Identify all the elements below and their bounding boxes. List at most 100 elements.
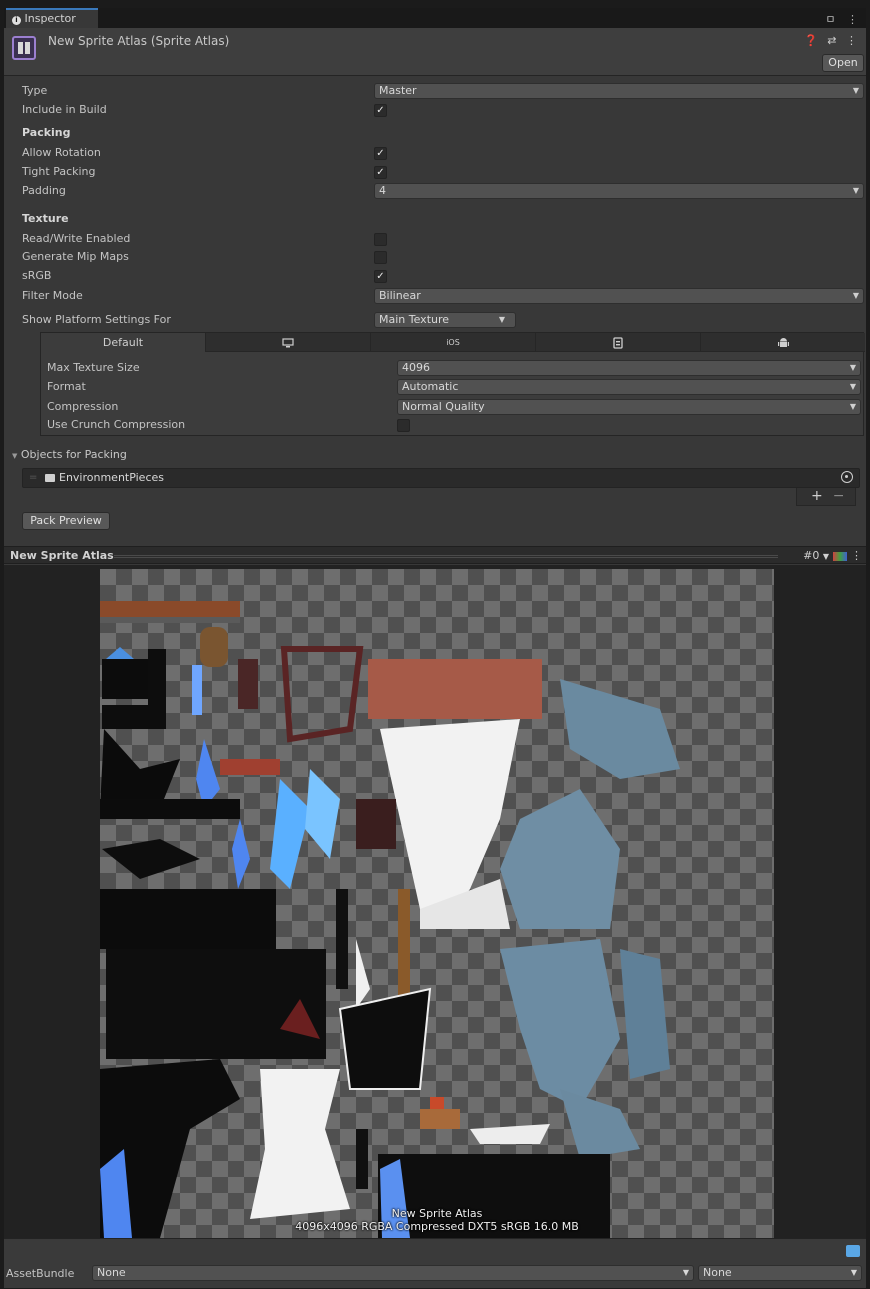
tab-label: Inspector xyxy=(24,12,76,25)
include-checkbox[interactable]: ✓ xyxy=(374,104,387,117)
chevron-down-icon: ▼ xyxy=(682,1268,689,1277)
chevron-down-icon: ▼ xyxy=(852,86,859,95)
texture-header: Texture xyxy=(22,212,69,225)
assetbundle-dropdown[interactable]: None ▼ xyxy=(92,1265,694,1281)
tight-packing-label: Tight Packing xyxy=(22,165,96,178)
object-picker-icon[interactable] xyxy=(841,471,853,483)
tab-standalone[interactable] xyxy=(206,333,371,352)
type-dropdown[interactable]: Master ▼ xyxy=(374,83,864,99)
header-icons[interactable]: ❓ ⇄ ⋮ xyxy=(804,34,860,47)
tab-ios-label: iOS xyxy=(446,338,460,347)
remove-button[interactable]: − xyxy=(833,488,855,504)
atlas-texture: New Sprite Atlas 4096x4096 RGBA Compress… xyxy=(100,569,774,1238)
sprite-atlas-image xyxy=(100,601,680,1238)
list-add-remove: +− xyxy=(796,488,856,506)
max-size-label: Max Texture Size xyxy=(47,361,140,374)
filter-mode-dropdown[interactable]: Bilinear ▼ xyxy=(374,288,864,304)
filter-mode-label: Filter Mode xyxy=(22,289,83,302)
padding-label: Padding xyxy=(22,184,66,197)
folder-icon xyxy=(45,474,55,482)
preview-header: New Sprite Atlas #0 ▼ ⋮ xyxy=(4,546,866,564)
allow-rotation-label: Allow Rotation xyxy=(22,146,101,159)
type-label: Type xyxy=(22,84,48,97)
info-icon: i xyxy=(12,16,21,25)
variant-dropdown[interactable]: None ▼ xyxy=(698,1265,862,1281)
chevron-down-icon: ▼ xyxy=(849,382,856,391)
monitor-icon xyxy=(282,337,294,347)
packing-header: Packing xyxy=(22,126,71,139)
triangle-down-icon: ▼ xyxy=(12,452,18,460)
atlas-preview-viewport[interactable]: New Sprite Atlas 4096x4096 RGBA Compress… xyxy=(4,565,866,1238)
format-label: Format xyxy=(47,380,86,393)
tab-bar: i Inspector ㅁ ⋮ xyxy=(4,8,866,28)
srgb-label: sRGB xyxy=(22,269,52,282)
android-icon xyxy=(777,338,789,347)
preview-divider[interactable] xyxy=(114,555,778,558)
chevron-down-icon: ▼ xyxy=(849,363,856,372)
srgb-checkbox[interactable]: ✓ xyxy=(374,270,387,283)
allow-rotation-checkbox[interactable]: ✓ xyxy=(374,147,387,160)
open-button[interactable]: Open xyxy=(822,54,864,72)
format-value: Automatic xyxy=(402,380,459,393)
chevron-down-icon: ▼ xyxy=(852,186,859,195)
assetbundle-footer: AssetBundle None ▼ None ▼ xyxy=(4,1238,866,1288)
objects-header-label: Objects for Packing xyxy=(20,448,127,461)
tab-inspector[interactable]: i Inspector xyxy=(6,8,98,28)
read-write-checkbox[interactable] xyxy=(374,233,387,246)
preview-title: New Sprite Atlas xyxy=(10,549,114,562)
include-label: Include in Build xyxy=(22,103,107,116)
webgl-icon xyxy=(613,337,623,349)
platform-settings-panel: Default iOS Max Texture Size 4096 ▼ Forma… xyxy=(40,332,865,436)
platform-settings-dropdown[interactable]: Main Texture ▼ xyxy=(374,312,516,328)
objects-foldout[interactable]: ▼ Objects for Packing xyxy=(12,448,127,461)
chevron-down-icon: ▼ xyxy=(498,315,505,324)
tab-android[interactable] xyxy=(701,333,865,352)
inspector-panel: New Sprite Atlas (Sprite Atlas) ❓ ⇄ ⋮ Op… xyxy=(4,28,866,1288)
assetbundle-value: None xyxy=(97,1266,126,1279)
drag-handle-icon[interactable]: = xyxy=(29,472,37,483)
compression-label: Compression xyxy=(47,400,119,413)
pack-preview-button[interactable]: Pack Preview xyxy=(22,512,110,530)
chevron-down-icon: ▼ xyxy=(850,1268,857,1277)
tight-packing-checkbox[interactable]: ✓ xyxy=(374,166,387,179)
read-write-label: Read/Write Enabled xyxy=(22,232,131,245)
add-button[interactable]: + xyxy=(811,488,833,504)
chevron-down-icon: ▼ xyxy=(822,552,829,561)
max-size-dropdown[interactable]: 4096 ▼ xyxy=(397,360,861,376)
tab-default[interactable]: Default xyxy=(41,333,206,352)
page-index: #0 xyxy=(803,549,820,562)
rgb-channel-icon[interactable] xyxy=(833,551,847,561)
platform-settings-label: Show Platform Settings For xyxy=(22,313,171,326)
object-name: EnvironmentPieces xyxy=(59,471,164,484)
padding-value: 4 xyxy=(379,184,386,197)
compression-dropdown[interactable]: Normal Quality ▼ xyxy=(397,399,861,415)
type-value: Master xyxy=(379,84,417,97)
tab-default-label: Default xyxy=(102,336,144,349)
preview-controls: #0 ▼ ⋮ xyxy=(803,549,862,562)
tab-webgl[interactable] xyxy=(536,333,701,352)
page-index-dropdown[interactable]: #0 ▼ xyxy=(803,549,829,562)
asset-title: New Sprite Atlas (Sprite Atlas) xyxy=(48,34,230,48)
compression-value: Normal Quality xyxy=(402,400,485,413)
assetbundle-label: AssetBundle xyxy=(6,1267,75,1280)
atlas-name: New Sprite Atlas xyxy=(391,1207,483,1220)
atlas-info: 4096x4096 RGBA Compressed DXT5 sRGB 16.0… xyxy=(295,1220,579,1233)
crunch-label: Use Crunch Compression xyxy=(47,418,186,431)
chevron-down-icon: ▼ xyxy=(852,291,859,300)
variant-value: None xyxy=(703,1266,732,1279)
tab-ios[interactable]: iOS xyxy=(371,333,536,352)
mip-maps-checkbox[interactable] xyxy=(374,251,387,264)
preview-menu-icon[interactable]: ⋮ xyxy=(851,549,862,562)
label-tag-icon[interactable] xyxy=(846,1245,860,1257)
object-field-environmentpieces[interactable]: = EnvironmentPieces xyxy=(22,468,860,488)
filter-mode-value: Bilinear xyxy=(379,289,421,302)
tab-options-icon[interactable]: ㅁ ⋮ xyxy=(825,11,862,27)
sprite-atlas-icon xyxy=(12,36,36,60)
asset-header: New Sprite Atlas (Sprite Atlas) ❓ ⇄ ⋮ Op… xyxy=(4,28,866,76)
crunch-checkbox[interactable] xyxy=(397,419,410,432)
chevron-down-icon: ▼ xyxy=(849,402,856,411)
padding-dropdown[interactable]: 4 ▼ xyxy=(374,183,864,199)
mip-maps-label: Generate Mip Maps xyxy=(22,250,129,263)
max-size-value: 4096 xyxy=(402,361,430,374)
format-dropdown[interactable]: Automatic ▼ xyxy=(397,379,861,395)
